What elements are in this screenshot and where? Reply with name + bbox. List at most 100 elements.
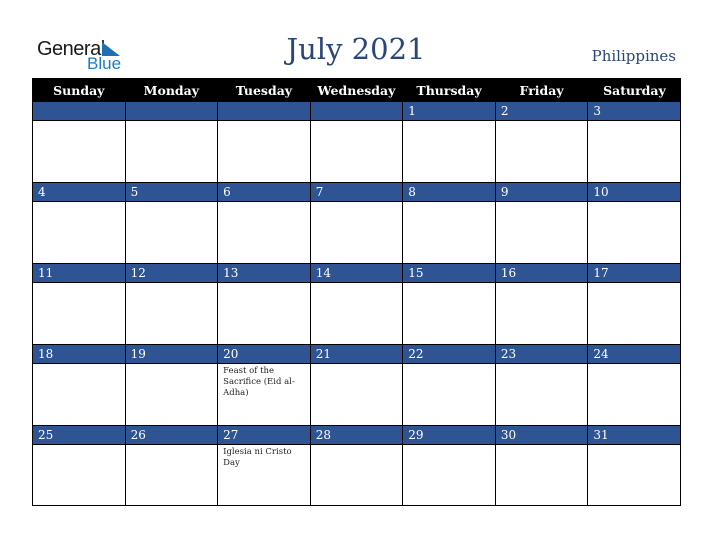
day-cell[interactable]: 29: [402, 425, 496, 506]
day-cell[interactable]: 13: [217, 263, 311, 345]
day-event: [495, 202, 588, 263]
day-cell[interactable]: 19: [124, 344, 219, 426]
day-cell[interactable]: [32, 102, 126, 183]
day-event: [125, 121, 218, 182]
day-number: 30: [495, 426, 588, 445]
day-number: 23: [495, 345, 588, 364]
day-cell[interactable]: 6: [217, 182, 311, 264]
day-cell[interactable]: 1: [402, 102, 496, 183]
day-event: [310, 283, 403, 344]
day-cell[interactable]: 14: [309, 263, 404, 345]
day-cell[interactable]: 21: [309, 344, 404, 426]
day-cell[interactable]: 3: [587, 102, 681, 183]
weekday-header: Saturday: [587, 78, 681, 102]
day-event: [125, 364, 218, 425]
day-event: [310, 364, 403, 425]
weekday-header: Monday: [124, 78, 218, 102]
day-cell[interactable]: 26: [124, 425, 219, 506]
day-number: 27: [218, 426, 310, 445]
day-event: [33, 445, 125, 505]
day-number: 29: [403, 426, 495, 445]
day-event: [495, 364, 588, 425]
day-cell[interactable]: 24: [587, 344, 681, 426]
day-event: [218, 121, 310, 182]
day-number: [33, 102, 125, 121]
day-cell[interactable]: 7: [309, 182, 404, 264]
day-cell[interactable]: [309, 102, 404, 183]
day-cell[interactable]: [217, 102, 311, 183]
day-cell[interactable]: 5: [124, 182, 219, 264]
day-number: 7: [310, 183, 403, 202]
day-number: 24: [588, 345, 680, 364]
day-number: [218, 102, 310, 121]
day-event: [218, 202, 310, 263]
weekday-header: Sunday: [32, 78, 126, 102]
day-number: 1: [403, 102, 495, 121]
day-number: 6: [218, 183, 310, 202]
day-number: [310, 102, 403, 121]
weekday-header: Friday: [494, 78, 588, 102]
weekday-header: Thursday: [402, 78, 496, 102]
day-event: [403, 202, 495, 263]
day-event: [495, 283, 588, 344]
day-number: 31: [588, 426, 680, 445]
day-cell[interactable]: 22: [402, 344, 496, 426]
day-cell[interactable]: 15: [402, 263, 496, 345]
day-event: [125, 202, 218, 263]
day-number: 28: [310, 426, 403, 445]
day-event: [125, 283, 218, 344]
day-cell[interactable]: 17: [587, 263, 681, 345]
day-event: [495, 445, 588, 505]
day-event: [403, 445, 495, 505]
day-cell[interactable]: 9: [494, 182, 589, 264]
day-number: 20: [218, 345, 310, 364]
day-event: [33, 283, 125, 344]
calendar-grid: Sunday Monday Tuesday Wednesday Thursday Frid…: [32, 78, 681, 506]
day-cell[interactable]: 16: [494, 263, 589, 345]
day-cell[interactable]: 8: [402, 182, 496, 264]
country-label: Philippines: [591, 47, 676, 65]
day-cell[interactable]: 10: [587, 182, 681, 264]
day-number: 13: [218, 264, 310, 283]
day-event: [403, 121, 495, 182]
day-cell[interactable]: 23: [494, 344, 589, 426]
weekday-header: Wednesday: [309, 78, 403, 102]
day-number: 5: [125, 183, 218, 202]
day-event: [588, 121, 680, 182]
day-event: [33, 364, 125, 425]
day-event: [33, 202, 125, 263]
day-number: 18: [33, 345, 125, 364]
day-cell[interactable]: 30: [494, 425, 589, 506]
day-number: 3: [588, 102, 680, 121]
day-event: [588, 283, 680, 344]
day-cell[interactable]: 11: [32, 263, 126, 345]
day-cell[interactable]: 12: [124, 263, 219, 345]
day-number: [125, 102, 218, 121]
day-number: 8: [403, 183, 495, 202]
day-cell[interactable]: 18: [32, 344, 126, 426]
day-cell[interactable]: 20 Feast of the Sacrifice (Eid al-Adha): [217, 344, 311, 426]
day-number: 2: [495, 102, 588, 121]
day-cell[interactable]: [124, 102, 219, 183]
day-number: 26: [125, 426, 218, 445]
day-event: [403, 364, 495, 425]
day-event: [310, 202, 403, 263]
day-number: 16: [495, 264, 588, 283]
day-cell[interactable]: 4: [32, 182, 126, 264]
day-cell[interactable]: 27 Iglesia ni Cristo Day: [217, 425, 311, 506]
week-row: 123: [32, 102, 681, 183]
day-number: 11: [33, 264, 125, 283]
week-row: 18 19 20 Feast of the Sacrifice (Eid al-Adh…: [32, 344, 681, 426]
day-cell[interactable]: 28: [309, 425, 404, 506]
day-number: 15: [403, 264, 495, 283]
day-cell[interactable]: 2: [494, 102, 589, 183]
day-cell[interactable]: 31: [587, 425, 681, 506]
day-number: 25: [33, 426, 125, 445]
day-cell[interactable]: 25: [32, 425, 126, 506]
day-number: 14: [310, 264, 403, 283]
day-event: Feast of the Sacrifice (Eid al-Adha): [218, 364, 310, 425]
day-event: [588, 202, 680, 263]
weekday-header-row: Sunday Monday Tuesday Wednesday Thursday Frid…: [32, 78, 681, 102]
day-number: 21: [310, 345, 403, 364]
day-event: [310, 445, 403, 505]
